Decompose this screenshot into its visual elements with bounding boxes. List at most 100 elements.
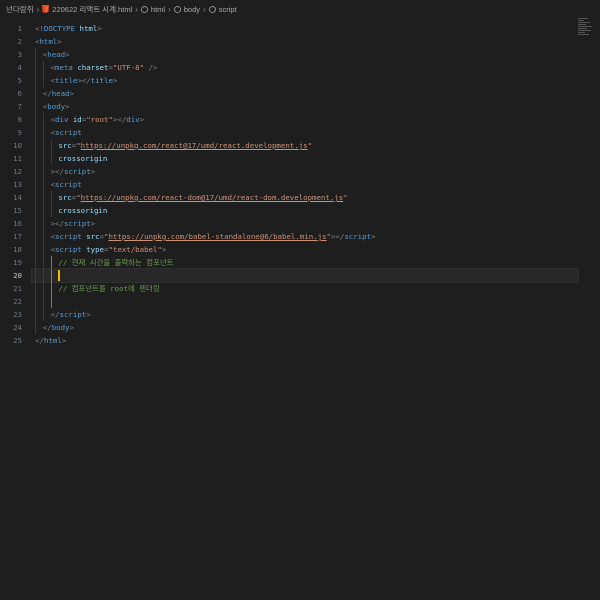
line-number: 10 bbox=[13, 141, 22, 150]
code-line[interactable]: 19 // 현재 시간을 출력하는 컴포넌트 bbox=[0, 256, 600, 269]
code-line[interactable]: 6 </head> bbox=[0, 87, 600, 100]
breadcrumb-file-label: 220622 리액트 시계.html bbox=[52, 4, 133, 14]
code-token-punct: > bbox=[371, 232, 376, 241]
indent-guide bbox=[42, 178, 44, 191]
code-token-punct: </ bbox=[42, 323, 52, 332]
chevron-right-icon: › bbox=[36, 4, 40, 14]
code-text: // 현재 시간을 출력하는 컴포넌트 bbox=[58, 256, 173, 269]
code-text: <html> bbox=[35, 35, 62, 48]
indent-guide bbox=[35, 204, 36, 217]
indent-guide bbox=[35, 269, 36, 282]
code-token-comment: // 컴포넌트를 root에 렌더링 bbox=[58, 284, 160, 293]
indent-guide bbox=[35, 178, 36, 191]
code-token-tag: script bbox=[59, 310, 87, 319]
indent-guide bbox=[42, 243, 44, 256]
code-line[interactable]: 17 <script src="https://unpkg.com/babel-s… bbox=[0, 230, 600, 243]
code-line[interactable]: 8 <div id="root"></div> bbox=[0, 113, 600, 126]
code-line[interactable]: 15 crossorigin bbox=[0, 204, 600, 217]
code-line[interactable]: 20 bbox=[0, 268, 600, 283]
code-token-str: "UTF-8" bbox=[112, 63, 145, 72]
code-line[interactable]: 4 <meta charset="UTF-8" /> bbox=[0, 61, 600, 74]
code-token-punct: </ bbox=[50, 310, 60, 319]
line-number: 21 bbox=[13, 284, 22, 293]
indent-guide bbox=[35, 61, 36, 74]
breadcrumb-script[interactable]: script bbox=[208, 5, 237, 14]
breadcrumb-body[interactable]: body bbox=[173, 5, 200, 14]
code-line[interactable]: 11 crossorigin bbox=[0, 152, 600, 165]
code-line[interactable]: 2 <html> bbox=[0, 35, 600, 48]
breadcrumb-folder[interactable]: 넌다람쥐 bbox=[6, 4, 34, 15]
indent-guide bbox=[42, 308, 44, 321]
indent-guide bbox=[35, 282, 36, 295]
indent-guide bbox=[35, 321, 36, 334]
line-number: 13 bbox=[13, 180, 22, 189]
code-token-attr: src bbox=[86, 232, 100, 241]
code-token-tag: div bbox=[55, 115, 69, 124]
code-token-punct: ></ bbox=[77, 76, 91, 85]
code-line[interactable]: 5 <title></title> bbox=[0, 74, 600, 87]
indent-guide bbox=[35, 100, 36, 113]
code-line[interactable]: 24 </body> bbox=[0, 321, 600, 334]
code-line[interactable]: 14 src="https://unpkg.com/react-dom@17/um… bbox=[0, 191, 600, 204]
code-text: </body> bbox=[43, 321, 74, 334]
code-line[interactable]: 18 <script type="text/babel"> bbox=[0, 243, 600, 256]
indent-guide bbox=[50, 295, 52, 308]
code-line[interactable]: 22 bbox=[0, 295, 600, 308]
code-token-tag: script bbox=[55, 232, 82, 241]
indent-guide bbox=[35, 230, 36, 243]
indent-guide bbox=[42, 282, 44, 295]
indent-guide bbox=[35, 139, 36, 152]
code-token-tag: script bbox=[55, 180, 82, 189]
indent-guide bbox=[35, 243, 36, 256]
indent-guide bbox=[35, 152, 36, 165]
code-token-tag: body bbox=[47, 102, 66, 111]
code-text: src="https://unpkg.com/react-dom@17/umd/… bbox=[58, 191, 347, 204]
code-text: <meta charset="UTF-8" /> bbox=[51, 61, 158, 74]
code-token-tag: body bbox=[51, 323, 70, 332]
html-file-icon bbox=[42, 5, 50, 13]
line-number: 25 bbox=[13, 336, 22, 345]
code-token-tag: meta bbox=[55, 63, 73, 72]
code-line[interactable]: 12 ></script> bbox=[0, 165, 600, 178]
line-number: 7 bbox=[17, 102, 22, 111]
indent-guide bbox=[50, 256, 52, 269]
code-line[interactable]: 9 <script bbox=[0, 126, 600, 139]
code-token-url: https://unpkg.com/react-dom@17/umd/react… bbox=[80, 193, 344, 202]
breadcrumb-html[interactable]: html bbox=[141, 5, 165, 14]
code-token-punct: > bbox=[65, 50, 70, 59]
code-token-punct: > bbox=[57, 37, 62, 46]
code-line[interactable]: 3 <head> bbox=[0, 48, 600, 61]
code-token-punct: > bbox=[90, 219, 96, 228]
breadcrumb-file[interactable]: 220622 리액트 시계.html bbox=[42, 4, 132, 15]
code-token-tag: !DOCTYPE bbox=[39, 24, 76, 33]
code-line[interactable]: 10 src="https://unpkg.com/react@17/umd/re… bbox=[0, 139, 600, 152]
code-editor[interactable]: 1 <!DOCTYPE html> 2 <html> 3 <head> 4 <meta cha… bbox=[0, 18, 600, 600]
chevron-right-icon: › bbox=[135, 4, 138, 14]
line-number: 23 bbox=[13, 310, 22, 319]
indent-guide bbox=[42, 217, 44, 230]
indent-guide bbox=[42, 204, 44, 217]
code-line[interactable]: 21 // 컴포넌트를 root에 렌더링 bbox=[0, 282, 600, 295]
code-line[interactable]: 16 ></script> bbox=[0, 217, 600, 230]
code-token-tag: html bbox=[43, 336, 62, 345]
indent-guide bbox=[35, 48, 36, 61]
code-token-attr: type bbox=[86, 245, 105, 254]
code-line[interactable]: 7 <body> bbox=[0, 100, 600, 113]
line-number: 11 bbox=[13, 154, 22, 163]
indent-guide bbox=[35, 217, 36, 230]
indent-guide bbox=[50, 191, 52, 204]
line-number: 19 bbox=[13, 258, 22, 267]
code-token-punct: </ bbox=[42, 89, 52, 98]
code-line[interactable]: 25 </html> bbox=[0, 334, 600, 347]
code-token-url: https://unpkg.com/babel-standalone@6/bab… bbox=[108, 232, 327, 241]
code-token-tag: script bbox=[55, 245, 82, 254]
code-text: <script bbox=[51, 178, 82, 191]
code-token-punct: > bbox=[90, 167, 96, 176]
code-line[interactable]: 1 <!DOCTYPE html> bbox=[0, 22, 600, 35]
minimap[interactable] bbox=[578, 18, 594, 44]
code-line[interactable]: 23 </script> bbox=[0, 308, 600, 321]
symbol-element-icon bbox=[173, 5, 181, 13]
code-line[interactable]: 13 <script bbox=[0, 178, 600, 191]
indent-guide bbox=[42, 269, 44, 282]
indent-guide bbox=[35, 256, 36, 269]
